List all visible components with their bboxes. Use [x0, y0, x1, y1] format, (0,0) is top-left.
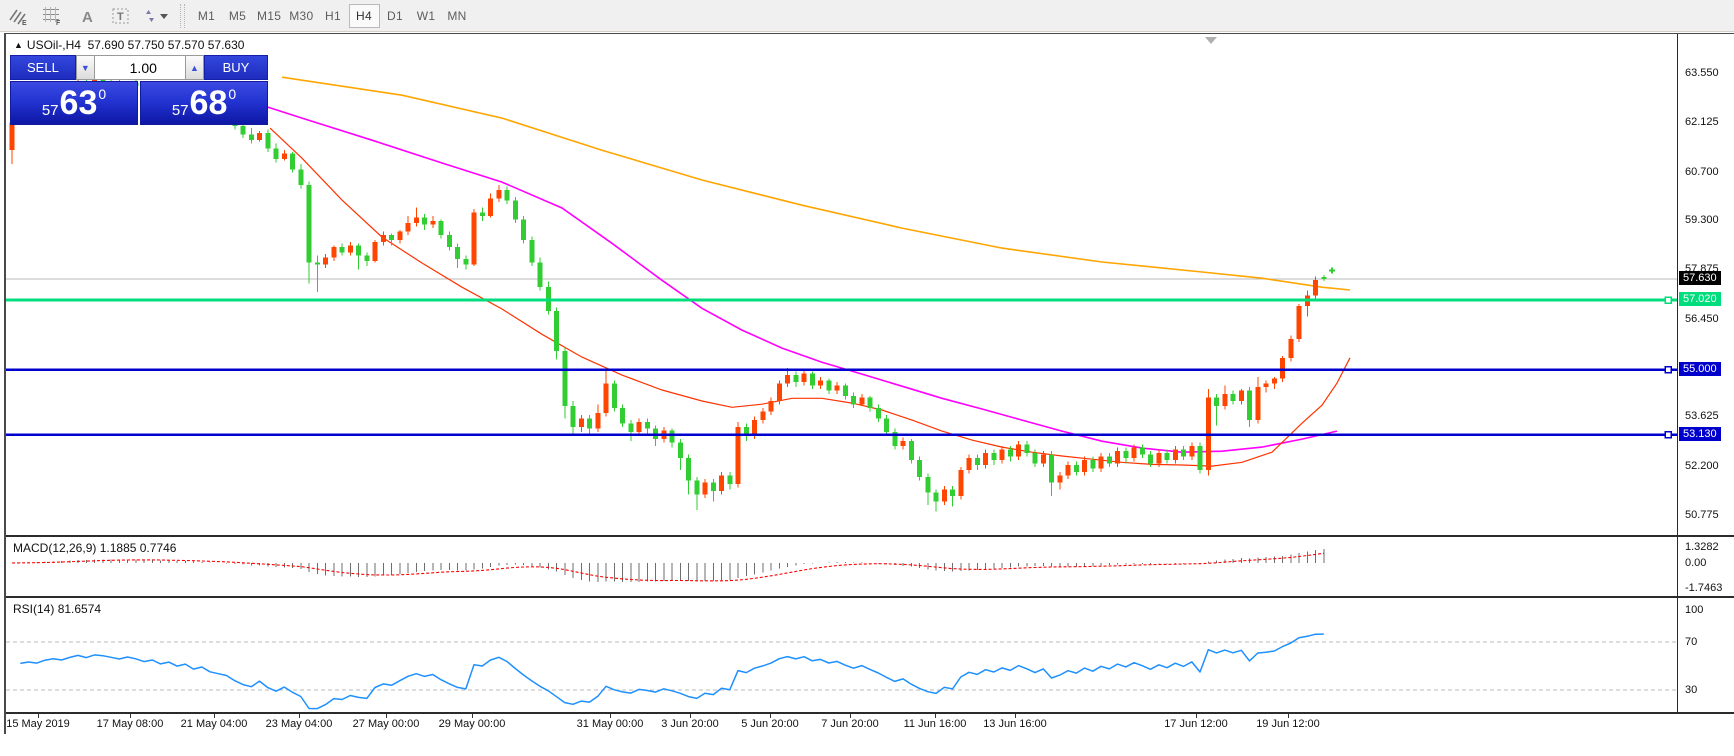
time-axis-label: 23 May 04:00 — [265, 718, 333, 730]
timeframe-group: M1 M5 M15 M30 H1 H4 D1 W1 MN — [191, 3, 473, 28]
time-axis-label: 5 Jun 20:00 — [741, 718, 799, 730]
time-axis-label: 27 May 00:00 — [352, 718, 420, 730]
price-line-badge: 57.020 — [1679, 292, 1721, 307]
macd-label: MACD(12,26,9) 1.1885 0.7746 — [13, 541, 177, 555]
buy-price-box[interactable]: 57 68 0 — [140, 81, 268, 125]
autoscroll-marker-icon[interactable] — [1205, 37, 1217, 44]
volume-decrease-button[interactable]: ▼ — [75, 55, 95, 80]
sell-button[interactable]: SELL — [10, 55, 76, 80]
macd-axis-tick: 1.3282 — [1685, 541, 1719, 553]
text-box-icon[interactable]: T — [106, 3, 136, 29]
timeframe-button-mn[interactable]: MN — [442, 4, 473, 28]
rsi-pane: RSI(14) 81.6574 100 70 30 — [6, 598, 1734, 714]
price-line-badge: 55.000 — [1679, 361, 1721, 376]
macd-pane: MACD(12,26,9) 1.1885 0.7746 1.3282 0.00 -1… — [6, 537, 1734, 598]
buy-price-sup: 0 — [228, 86, 237, 102]
grid-icon[interactable]: F — [38, 3, 68, 29]
time-axis-label: 15 May 2019 — [6, 718, 70, 730]
macd-axis-tick: 0.00 — [1685, 557, 1707, 569]
rsi-axis-tick: 100 — [1685, 604, 1704, 616]
chart-window: ▲ USOil-,H4 57.690 57.750 57.570 57.630 S… — [4, 33, 1734, 734]
sell-price-sup: 0 — [98, 86, 107, 102]
time-axis-label: 3 Jun 20:00 — [661, 718, 719, 730]
macd-values: 1.1885 0.7746 — [99, 541, 177, 555]
rsi-axis-tick: 30 — [1685, 684, 1698, 696]
time-axis-label: 13 Jun 16:00 — [983, 718, 1047, 730]
time-axis-label: 21 May 04:00 — [180, 718, 248, 730]
timeframe-button-m15[interactable]: M15 — [253, 4, 285, 28]
rsi-chart-svg[interactable] — [6, 598, 1677, 714]
trade-panel: SELL ▼ ▲ BUY 57630 57680 — [10, 55, 268, 125]
y-axis-tick: 52.200 — [1685, 459, 1719, 472]
sell-price-box[interactable]: 57 63 0 — [10, 81, 138, 125]
sell-price-small: 57 — [41, 102, 59, 119]
ohlc-close: 57.630 — [207, 38, 245, 52]
sell-price-big: 63 — [59, 84, 98, 122]
y-axis-tick: 63.550 — [1685, 67, 1719, 80]
cycle-arrows-icon[interactable] — [140, 3, 170, 29]
rsi-label: RSI(14) 81.6574 — [13, 602, 102, 616]
timeframe-button-m30[interactable]: M30 — [285, 4, 317, 28]
buy-price-big: 68 — [189, 84, 228, 122]
y-axis-tick: 60.700 — [1685, 165, 1719, 178]
symbol-label: USOil-,H4 — [26, 38, 81, 52]
svg-text:T: T — [117, 11, 124, 23]
toolbar-separator — [180, 3, 185, 28]
toolbar: E F A T M1 M5 M15 M30 H1 H4 D1 W1 MN — [0, 0, 1734, 32]
timeframe-button-h4[interactable]: H4 — [348, 3, 380, 28]
rsi-value: 81.6574 — [57, 602, 102, 616]
svg-text:F: F — [56, 20, 61, 26]
timeframe-button-w1[interactable]: W1 — [411, 4, 442, 28]
timeframe-button-m5[interactable]: M5 — [222, 4, 253, 28]
time-axis-label: 7 Jun 20:00 — [821, 718, 879, 730]
y-axis-tick: 53.625 — [1685, 410, 1719, 423]
main-y-axis[interactable]: 63.550 62.125 60.700 59.300 57.875 56.450 53.6… — [1677, 34, 1734, 535]
svg-text:A: A — [82, 9, 93, 26]
main-pane: ▲ USOil-,H4 57.690 57.750 57.570 57.630 S… — [6, 34, 1734, 537]
rsi-axis-tick: 70 — [1685, 636, 1698, 648]
buy-price-small: 57 — [171, 102, 189, 119]
time-axis-label: 17 Jun 12:00 — [1164, 718, 1228, 730]
svg-text:E: E — [22, 20, 27, 26]
buy-button[interactable]: BUY — [203, 55, 268, 80]
time-axis-label: 11 Jun 16:00 — [903, 718, 967, 730]
macd-y-axis[interactable]: 1.3282 0.00 -1.7463 — [1677, 537, 1734, 596]
ohlc-high: 57.750 — [127, 38, 165, 52]
indicators-icon[interactable]: E — [4, 3, 34, 29]
y-axis-tick: 59.300 — [1685, 214, 1719, 227]
volume-increase-button[interactable]: ▲ — [184, 55, 204, 80]
y-axis-tick: 50.775 — [1685, 509, 1719, 522]
price-line-badge: 53.130 — [1679, 426, 1721, 441]
time-axis-label: 17 May 08:00 — [96, 718, 164, 730]
ohlc-open: 57.690 — [87, 38, 125, 52]
price-line-badge: 57.630 — [1679, 270, 1721, 285]
text-label-icon[interactable]: A — [72, 3, 102, 29]
rsi-y-axis[interactable]: 100 70 30 — [1677, 598, 1734, 712]
macd-axis-tick: -1.7463 — [1685, 582, 1723, 594]
macd-chart-svg[interactable] — [6, 537, 1677, 598]
time-axis-label: 19 Jun 12:00 — [1256, 718, 1320, 730]
timeframe-button-m1[interactable]: M1 — [191, 4, 222, 28]
time-axis[interactable]: 15 May 2019 17 May 08:00 21 May 04:00 23 Ma… — [6, 714, 1734, 734]
y-axis-tick: 56.450 — [1685, 312, 1719, 325]
ohlc-low: 57.570 — [167, 38, 205, 52]
timeframe-button-h1[interactable]: H1 — [318, 4, 349, 28]
time-axis-label: 29 May 00:00 — [438, 718, 506, 730]
timeframe-button-d1[interactable]: D1 — [380, 4, 411, 28]
volume-input[interactable] — [94, 55, 185, 80]
ohlc-title: ▲ USOil-,H4 57.690 57.750 57.570 57.630 — [14, 38, 244, 52]
price-up-icon: ▲ — [14, 40, 23, 50]
time-axis-label: 31 May 00:00 — [576, 718, 644, 730]
y-axis-tick: 62.125 — [1685, 116, 1719, 129]
